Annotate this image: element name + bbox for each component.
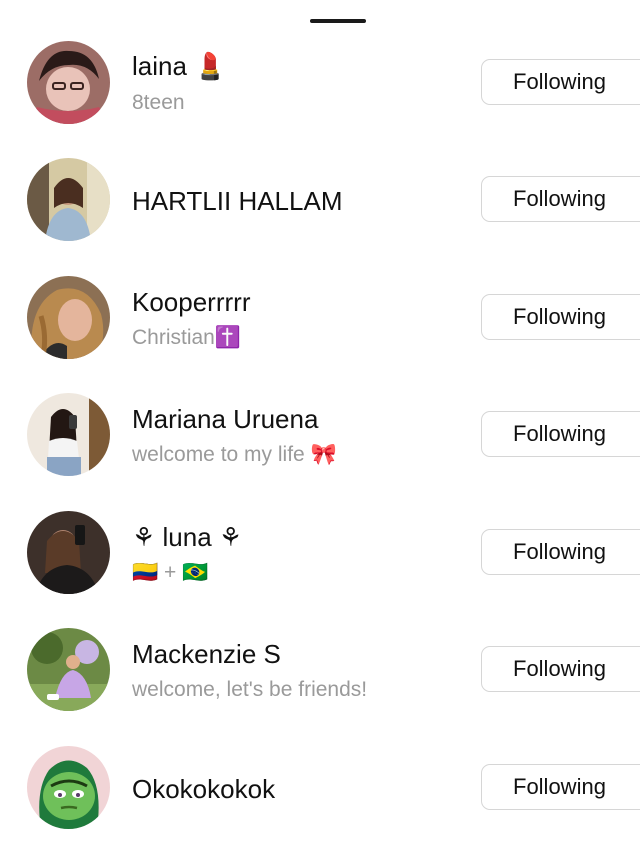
list-item[interactable]: ⚘ luna ⚘ 🇨🇴 + 🇧🇷 Following [0,493,640,610]
user-bio: Christian✝️ [132,326,242,349]
avatar[interactable] [27,393,110,476]
user-bio: welcome, let's be friends! [132,678,368,701]
username[interactable]: Okokokokok [132,774,275,804]
username[interactable]: ⚘ luna ⚘ [132,522,242,552]
avatar[interactable] [27,41,110,124]
avatar[interactable] [27,511,110,594]
following-button[interactable]: Following [481,176,640,222]
avatar[interactable] [27,276,110,359]
avatar[interactable] [27,158,110,241]
avatar[interactable] [27,746,110,829]
following-button[interactable]: Following [481,294,640,340]
username[interactable]: Mackenzie S [132,639,281,669]
following-button[interactable]: Following [481,529,640,575]
following-button[interactable]: Following [481,59,640,105]
following-button[interactable]: Following [481,646,640,692]
user-bio: 8teen [132,91,185,114]
following-button[interactable]: Following [481,764,640,810]
list-item[interactable]: laina 💄 8teen Following [0,23,640,140]
user-bio: 🇨🇴 + 🇧🇷 [132,561,209,584]
user-bio: welcome to my life 🎀 [132,443,337,466]
list-item[interactable]: Mackenzie S welcome, let's be friends! F… [0,610,640,727]
username[interactable]: HARTLII HALLAM [132,186,342,216]
avatar[interactable] [27,628,110,711]
list-item[interactable]: Kooperrrrr Christian✝️ Following [0,258,640,375]
username[interactable]: laina 💄 [132,51,227,81]
list-item[interactable]: Mariana Uruena welcome to my life 🎀 Foll… [0,375,640,492]
username[interactable]: Kooperrrrr [132,287,250,317]
following-button[interactable]: Following [481,411,640,457]
list-item[interactable]: HARTLII HALLAM Following [0,140,640,257]
list-item[interactable]: Okokokokok Following [0,728,640,845]
username[interactable]: Mariana Uruena [132,404,318,434]
